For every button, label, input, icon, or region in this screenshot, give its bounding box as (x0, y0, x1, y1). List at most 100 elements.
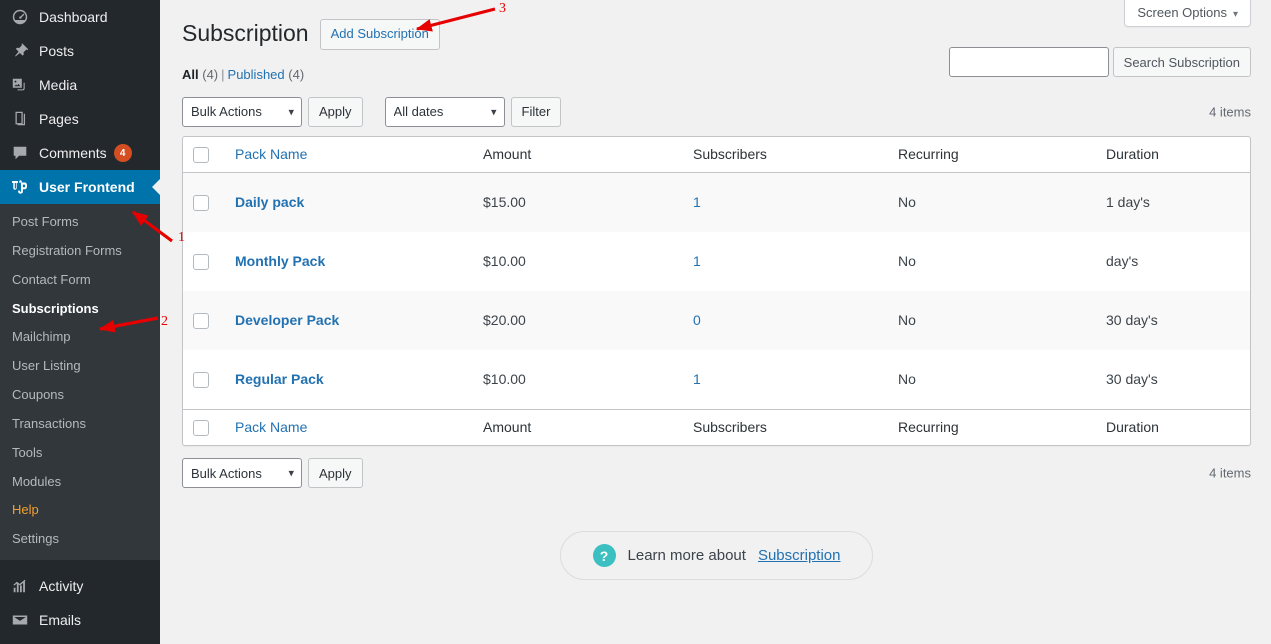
table-foot: Pack Name Amount Subscribers Recurring D… (183, 408, 1250, 445)
header-amount: Amount (473, 137, 683, 173)
select-all-checkbox-top[interactable] (193, 146, 209, 163)
subscribers-link[interactable]: 1 (693, 253, 701, 269)
row-checkbox[interactable] (193, 194, 209, 211)
view-all: All (4) (182, 67, 218, 82)
row-checkbox[interactable] (193, 312, 209, 329)
pack-name-link[interactable]: Daily pack (235, 194, 304, 210)
sidebar-item-label: Activity (39, 578, 84, 595)
table-row: Daily pack $15.00 1 No 1 day's (183, 172, 1250, 232)
search-subscription-button[interactable]: Search Subscription (1112, 47, 1251, 77)
submenu-item-post-forms[interactable]: Post Forms (0, 208, 160, 237)
sidebar-item-label: Pages (39, 111, 79, 127)
row-pack-name: Monthly Pack (225, 232, 473, 291)
table-row: Regular Pack $10.00 1 No 30 day's (183, 350, 1250, 409)
row-select-cell (183, 173, 225, 232)
bulk-actions-select-bottom[interactable]: Bulk Actions (182, 458, 302, 489)
apply-button-bottom[interactable]: Apply (308, 458, 363, 489)
footer-amount: Amount (473, 408, 683, 445)
submenu-item-user-listing[interactable]: User Listing (0, 352, 160, 381)
row-recurring: No (898, 371, 916, 388)
submenu-item-settings[interactable]: Settings (0, 525, 160, 554)
row-checkbox[interactable] (193, 253, 209, 270)
sidebar-item-pages[interactable]: Pages (0, 102, 160, 136)
items-count-bottom: 4 items (1209, 465, 1251, 481)
sidebar-item-user-frontend[interactable]: User Frontend (0, 170, 160, 204)
search-box: Search Subscription (948, 47, 1251, 77)
search-input[interactable] (948, 47, 1109, 77)
footer-recurring: Recurring (888, 408, 1096, 445)
media-icon (10, 75, 30, 95)
view-published: Published (4) (228, 67, 305, 82)
submenu-item-subscriptions[interactable]: Subscriptions (0, 295, 160, 324)
header-pack-name: Pack Name (225, 137, 473, 173)
dates-filter-select[interactable]: All dates (384, 96, 505, 127)
view-all-link[interactable]: All (182, 67, 199, 82)
row-duration: 30 day's (1106, 312, 1158, 329)
row-recurring: No (898, 253, 916, 270)
sidebar-item-activity[interactable]: Activity (0, 569, 160, 603)
bulk-actions-select-wrap: Bulk Actions (182, 96, 302, 127)
row-select-cell (183, 350, 225, 409)
bulk-actions-select-top[interactable]: Bulk Actions (182, 96, 302, 127)
row-amount: $15.00 (483, 194, 526, 211)
subscription-docs-link[interactable]: Subscription (758, 547, 841, 564)
annotation-number-1: 1 (178, 230, 185, 245)
row-pack-name: Daily pack (225, 173, 473, 232)
table-row: Monthly Pack $10.00 1 No day's (183, 232, 1250, 291)
pack-name-link[interactable]: Developer Pack (235, 312, 339, 328)
table-body: Daily pack $15.00 1 No 1 day's Monthly P… (183, 172, 1250, 409)
submenu-item-registration-forms[interactable]: Registration Forms (0, 237, 160, 266)
submenu-item-modules[interactable]: Modules (0, 468, 160, 497)
pages-icon (10, 109, 30, 129)
learn-more-text: Learn more about (627, 547, 746, 565)
pack-name-link[interactable]: Monthly Pack (235, 253, 325, 269)
sort-pack-name-link-footer[interactable]: Pack Name (235, 419, 307, 435)
subscribers-link[interactable]: 1 (693, 194, 701, 210)
select-all-header (183, 137, 225, 173)
bulk-actions-select-wrap-bottom: Bulk Actions (182, 458, 302, 489)
row-amount: $10.00 (483, 253, 526, 270)
submenu-item-mailchimp[interactable]: Mailchimp (0, 323, 160, 352)
row-recurring: No (898, 312, 916, 329)
sidebar-item-media[interactable]: Media (0, 68, 160, 102)
comments-count-badge: 4 (113, 144, 132, 162)
submenu-item-tools[interactable]: Tools (0, 439, 160, 468)
subscribers-link[interactable]: 0 (693, 312, 701, 328)
admin-sidebar: Dashboard Posts Media Pages Comments 4 U… (0, 0, 160, 644)
tablenav-top: Bulk Actions Apply All dates Filter 4 it… (182, 96, 1251, 127)
row-subscribers: 0 (683, 291, 888, 350)
pack-name-link[interactable]: Regular Pack (235, 371, 324, 387)
wpuf-logo-icon (10, 177, 30, 197)
row-checkbox[interactable] (193, 371, 209, 388)
activity-icon (10, 576, 30, 596)
tablenav-bottom: Bulk Actions Apply 4 items (182, 458, 1251, 489)
table-head: Pack Name Amount Subscribers Recurring D… (183, 137, 1250, 173)
submenu-item-coupons[interactable]: Coupons (0, 381, 160, 410)
submenu-item-transactions[interactable]: Transactions (0, 410, 160, 439)
row-select-cell (183, 232, 225, 291)
sidebar-separator (0, 560, 160, 570)
views-divider: | (221, 66, 225, 82)
title-row: Subscription Add Subscription (182, 10, 1251, 50)
sidebar-item-posts[interactable]: Posts (0, 34, 160, 68)
row-pack-name: Regular Pack (225, 350, 473, 409)
sidebar-item-dashboard[interactable]: Dashboard (0, 0, 160, 34)
view-published-link[interactable]: Published (228, 67, 285, 82)
apply-button-top[interactable]: Apply (308, 96, 363, 127)
learn-more-box: ? Learn more about Subscription (559, 531, 874, 581)
filter-button[interactable]: Filter (510, 96, 562, 127)
comment-icon (10, 143, 30, 163)
submenu-item-help[interactable]: Help (0, 496, 160, 525)
header-subscribers: Subscribers (683, 137, 888, 173)
row-duration: day's (1106, 253, 1139, 270)
subscribers-link[interactable]: 1 (693, 371, 701, 387)
add-subscription-button[interactable]: Add Subscription (319, 19, 440, 50)
pin-icon (10, 41, 30, 61)
select-all-checkbox-bottom[interactable] (193, 420, 209, 437)
sidebar-item-comments[interactable]: Comments 4 (0, 136, 160, 170)
sidebar-item-emails[interactable]: Emails (0, 603, 160, 637)
sort-pack-name-link[interactable]: Pack Name (235, 146, 307, 162)
submenu-item-contact-form[interactable]: Contact Form (0, 266, 160, 295)
sidebar-item-label: Dashboard (39, 9, 108, 25)
row-duration: 1 day's (1106, 194, 1150, 211)
